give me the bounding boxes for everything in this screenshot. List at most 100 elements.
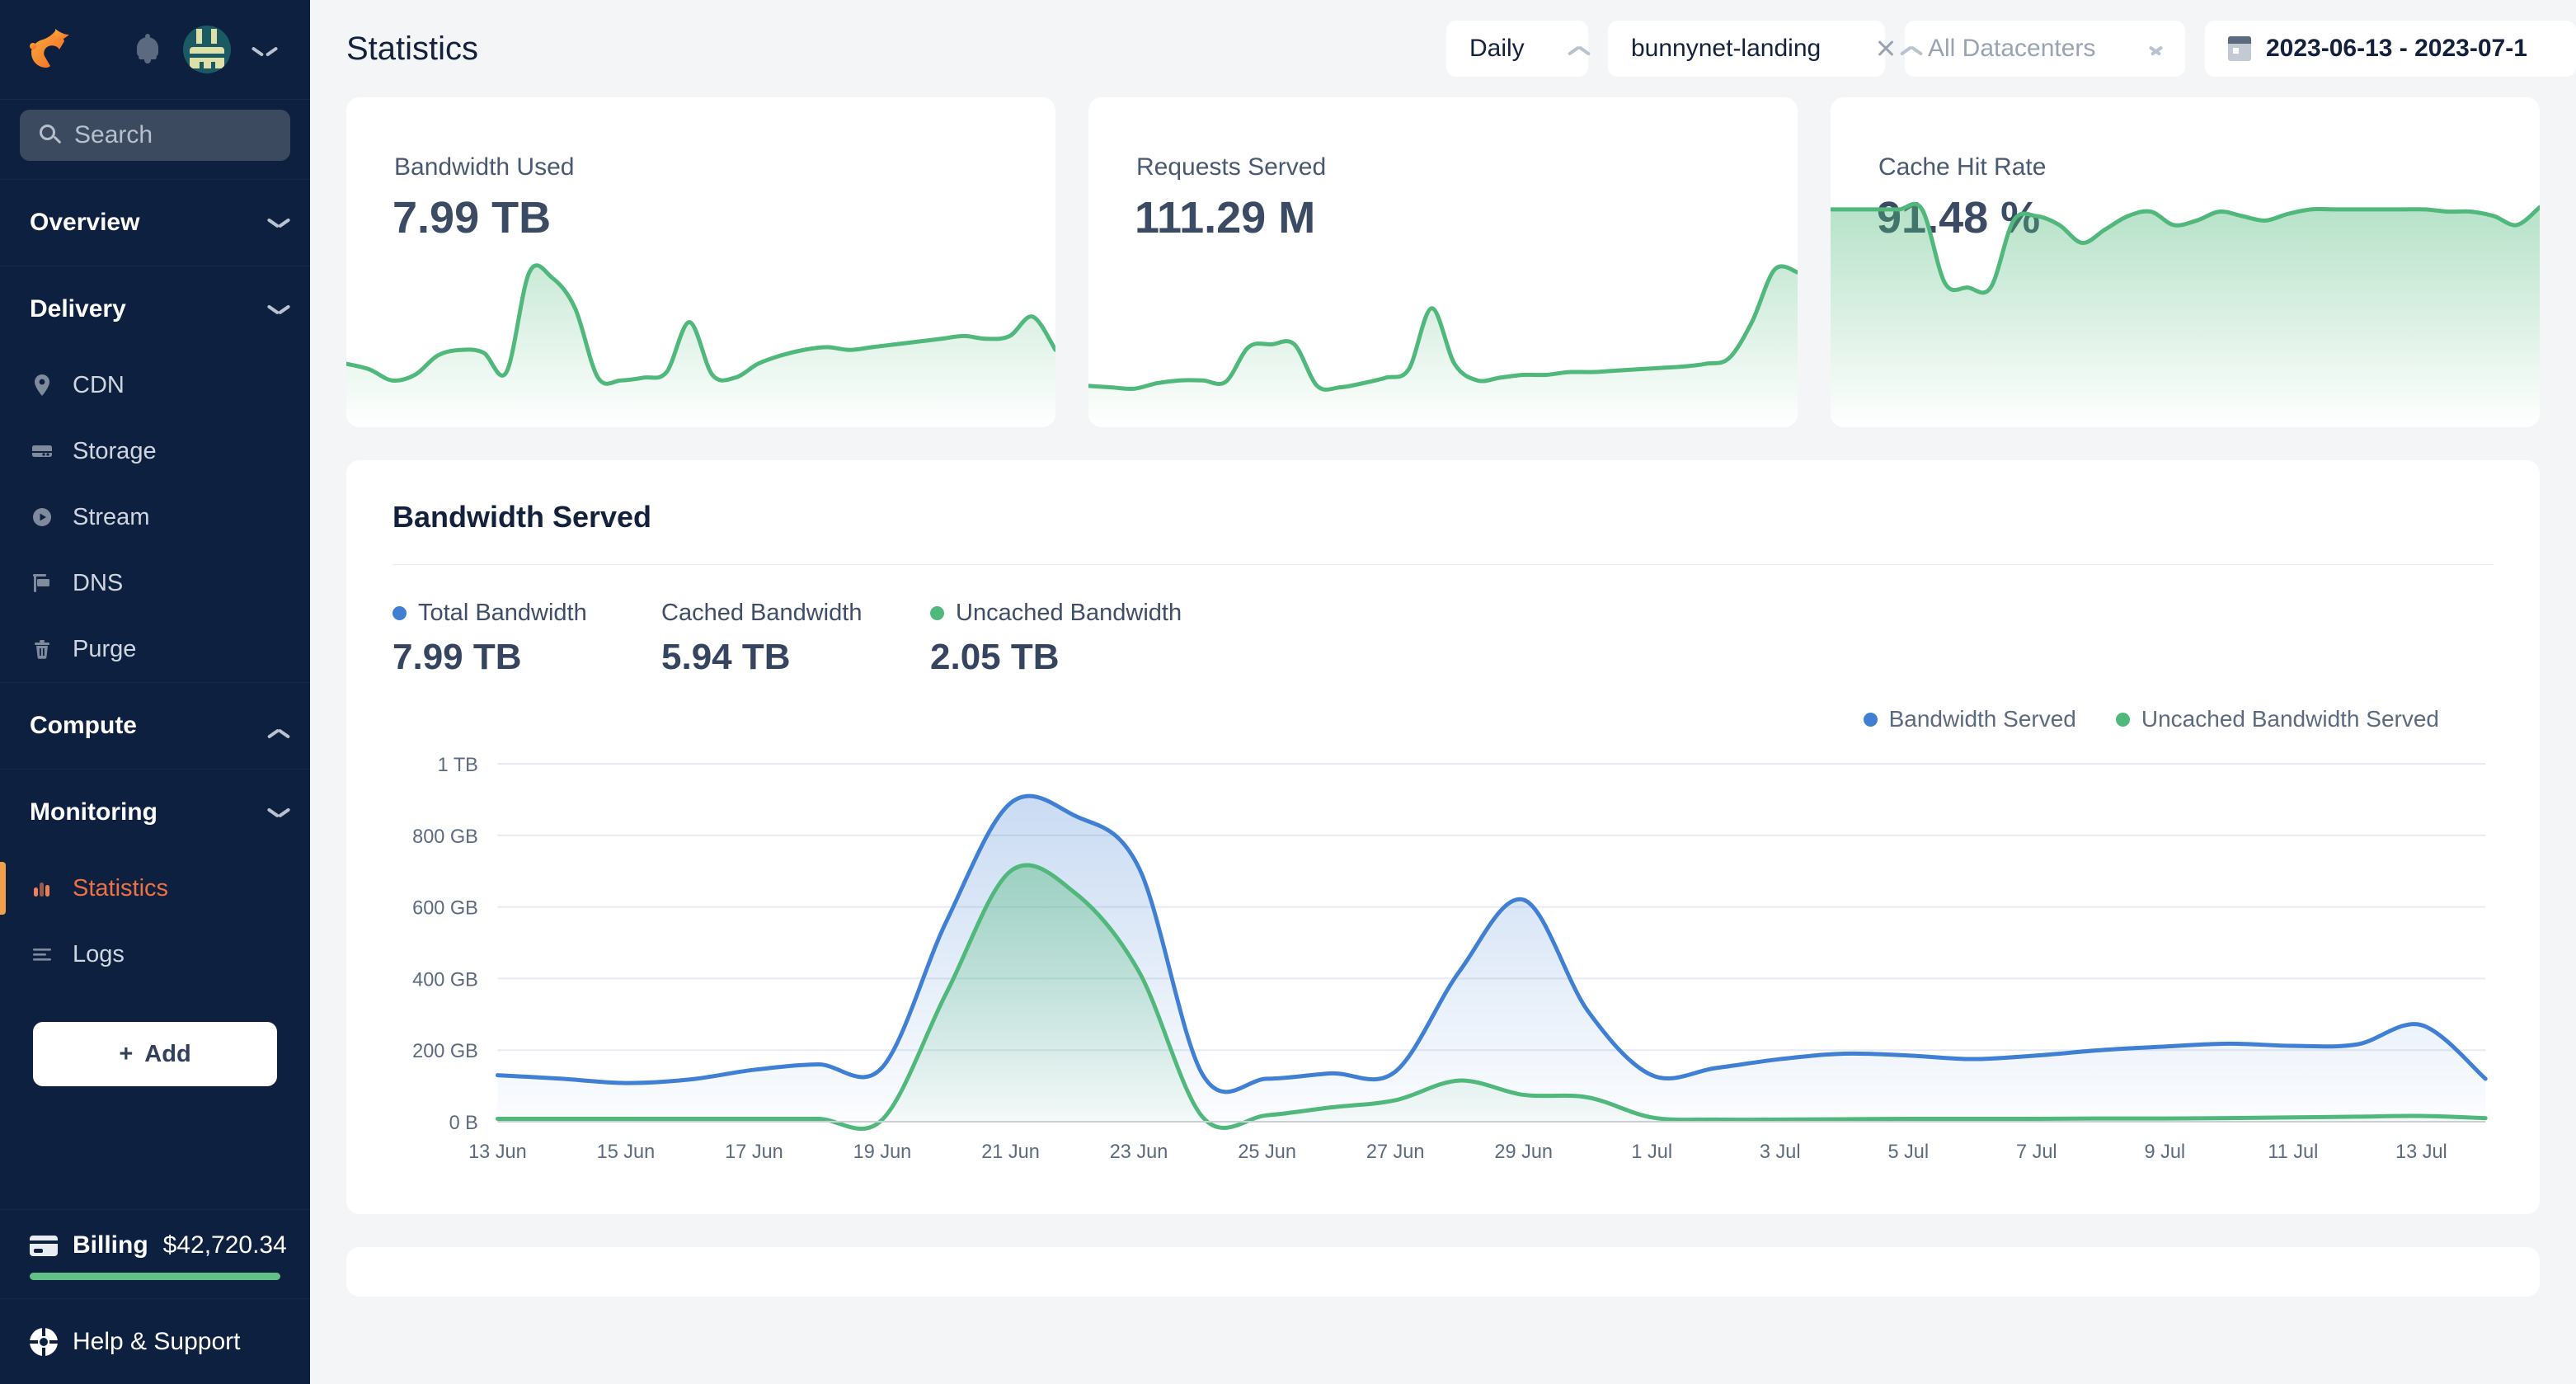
account-chevron-down-icon[interactable]: [252, 44, 277, 55]
svg-text:23 Jun: 23 Jun: [1110, 1141, 1168, 1163]
sidebar-spacer: [0, 1136, 310, 1209]
sidebar-item-purge[interactable]: Purge: [0, 616, 310, 682]
kpi-label-wrap: Uncached Bandwidth: [930, 600, 1199, 627]
sidebar-section-label: Monitoring: [30, 798, 157, 826]
list-lines-icon: [30, 942, 54, 967]
stat-card-label: Requests Served: [1136, 153, 1326, 181]
sidebar-item-overview[interactable]: Overview: [0, 180, 310, 266]
sidebar-search-wrap: Search: [0, 99, 310, 179]
top-bar: Statistics Daily bunnynet-landing All Da…: [310, 0, 2576, 97]
sparkline-bandwidth-used: [346, 238, 1055, 427]
interval-select[interactable]: Daily: [1446, 21, 1588, 77]
sidebar-section-label: Delivery: [30, 295, 126, 323]
sidebar-item-label: CDN: [73, 372, 125, 399]
sidebar-item-compute[interactable]: Compute: [0, 683, 310, 769]
bell-icon[interactable]: [134, 34, 162, 65]
kpi-uncached-bandwidth: Uncached Bandwidth 2.05 TB: [930, 600, 1199, 678]
zone-select-value: bunnynet-landing: [1631, 35, 1821, 63]
legend-dot: [2116, 713, 2130, 727]
legend-label: Bandwidth Served: [1889, 706, 2076, 732]
sidebar-item-cdn[interactable]: CDN: [0, 352, 310, 418]
svg-text:1 Jul: 1 Jul: [1631, 1141, 1672, 1163]
sidebar-item-label: Purge: [73, 636, 136, 663]
stat-card-label: Bandwidth Used: [394, 153, 574, 181]
search-input[interactable]: Search: [20, 110, 290, 161]
billing-label: Billing: [73, 1231, 148, 1259]
svg-text:27 Jun: 27 Jun: [1366, 1141, 1425, 1163]
series-dot-uncached: [930, 606, 944, 620]
page-title: Statistics: [346, 31, 478, 68]
user-avatar[interactable]: [183, 26, 231, 73]
svg-text:0 B: 0 B: [449, 1112, 478, 1134]
trash-icon: [30, 637, 54, 661]
svg-text:5 Jul: 5 Jul: [1887, 1141, 1929, 1163]
svg-text:7 Jul: 7 Jul: [2016, 1141, 2057, 1163]
stat-card-value: 7.99 TB: [393, 192, 551, 243]
series-dot-total: [393, 606, 407, 620]
sidebar-add-wrap: + Add: [0, 987, 310, 1136]
legend-item-bandwidth-served[interactable]: Bandwidth Served: [1864, 706, 2076, 732]
kpi-label: Total Bandwidth: [418, 600, 587, 627]
search-placeholder: Search: [74, 121, 153, 149]
svg-text:600 GB: 600 GB: [412, 897, 478, 919]
plus-icon: +: [119, 1041, 133, 1068]
next-panel-peek: [346, 1247, 2540, 1297]
location-pin-icon: [30, 373, 54, 398]
sparkline-cache-hit-rate: [1831, 163, 2540, 427]
calendar-icon: [2228, 36, 2251, 61]
billing-progress-bar: [30, 1273, 280, 1280]
legend-item-uncached-bandwidth-served[interactable]: Uncached Bandwidth Served: [2116, 706, 2439, 732]
content-area: Bandwidth Used 7.99 TB Requests Served 1…: [310, 97, 2576, 1384]
sidebar-item-stream[interactable]: Stream: [0, 484, 310, 550]
sidebar: Search Overview Delivery CDN: [0, 0, 310, 1384]
lifebuoy-icon: [30, 1328, 58, 1356]
svg-text:29 Jun: 29 Jun: [1494, 1141, 1553, 1163]
bunny-logo-icon[interactable]: [23, 23, 76, 76]
hard-drive-icon: [30, 439, 54, 464]
sidebar-item-dns[interactable]: DNS: [0, 550, 310, 616]
kpi-cached-bandwidth: Cached Bandwidth 5.94 TB: [661, 600, 930, 678]
svg-text:800 GB: 800 GB: [412, 826, 478, 848]
date-range-value: 2023-06-13 - 2023-07-1: [2266, 35, 2527, 63]
close-icon[interactable]: [1875, 38, 1897, 59]
date-range-picker[interactable]: 2023-06-13 - 2023-07-1: [2205, 21, 2576, 77]
sidebar-top-actions: [134, 26, 277, 73]
stat-card-requests-served[interactable]: Requests Served 111.29 M: [1088, 97, 1798, 427]
interval-select-value: Daily: [1469, 35, 1525, 63]
sidebar-item-statistics[interactable]: Statistics: [0, 855, 310, 921]
svg-text:13 Jul: 13 Jul: [2395, 1141, 2447, 1163]
panel-title: Bandwidth Served: [393, 500, 2494, 534]
svg-text:21 Jun: 21 Jun: [981, 1141, 1040, 1163]
billing-row: Billing $42,720.34: [30, 1231, 280, 1259]
play-circle-icon: [30, 505, 54, 530]
zone-select[interactable]: bunnynet-landing: [1608, 21, 1885, 77]
bandwidth-served-panel: Bandwidth Served Total Bandwidth 7.99 TB…: [346, 460, 2540, 1214]
sidebar-item-logs[interactable]: Logs: [0, 921, 310, 987]
sidebar-item-monitoring[interactable]: Monitoring: [0, 770, 310, 855]
svg-text:25 Jun: 25 Jun: [1238, 1141, 1296, 1163]
svg-text:15 Jun: 15 Jun: [597, 1141, 656, 1163]
stat-card-cache-hit-rate[interactable]: Cache Hit Rate 91.48 %: [1831, 97, 2540, 427]
sidebar-section-monitoring: Monitoring Statistics: [0, 769, 310, 987]
legend-label: Uncached Bandwidth Served: [2141, 706, 2439, 732]
app-root: Search Overview Delivery CDN: [0, 0, 2576, 1384]
search-icon: [40, 125, 61, 146]
sidebar-item-label: Logs: [73, 941, 125, 968]
sidebar-item-delivery[interactable]: Delivery: [0, 266, 310, 352]
chevron-down-icon: [2150, 43, 2162, 54]
add-button[interactable]: + Add: [33, 1022, 277, 1086]
help-support-item[interactable]: Help & Support: [0, 1298, 310, 1384]
credit-card-icon: [30, 1236, 58, 1256]
stat-card-bandwidth-used[interactable]: Bandwidth Used 7.99 TB: [346, 97, 1055, 427]
billing-amount: $42,720.34: [163, 1231, 287, 1259]
chart-legend: Bandwidth Served Uncached Bandwidth Serv…: [393, 706, 2494, 732]
sidebar-item-storage[interactable]: Storage: [0, 418, 310, 484]
billing-section[interactable]: Billing $42,720.34: [0, 1209, 310, 1298]
kpi-value: 5.94 TB: [661, 637, 930, 678]
help-support-label: Help & Support: [73, 1328, 240, 1356]
bandwidth-served-chart[interactable]: 0 B200 GB400 GB600 GB800 GB1 TB13 Jun15 …: [393, 751, 2494, 1179]
svg-text:3 Jul: 3 Jul: [1760, 1141, 1801, 1163]
datacenter-select[interactable]: All Datacenters: [1905, 21, 2185, 77]
svg-text:11 Jul: 11 Jul: [2268, 1141, 2318, 1163]
add-button-label: Add: [144, 1041, 190, 1068]
